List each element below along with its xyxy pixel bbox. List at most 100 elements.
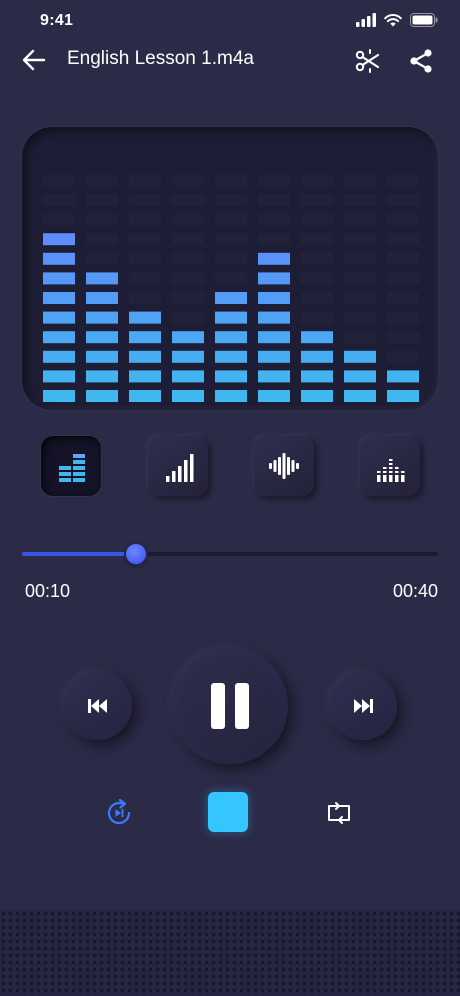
playback-progress-bar[interactable] xyxy=(22,544,438,564)
visualizer-segment-empty xyxy=(387,233,419,246)
visualizer-segment-empty xyxy=(43,174,75,187)
repeat-icon xyxy=(328,802,350,824)
stop-button[interactable] xyxy=(208,792,248,832)
visualizer-segment-lit xyxy=(86,331,118,344)
visualizer-segment-empty xyxy=(387,213,419,226)
visualizer-segment-lit xyxy=(301,370,333,383)
visualizer-segment-empty xyxy=(258,213,290,226)
visualizer-segment-empty xyxy=(301,252,333,265)
visualizer-segment-empty xyxy=(344,272,376,285)
visualizer-segment-lit xyxy=(86,292,118,304)
repeat-button[interactable] xyxy=(322,796,356,830)
visualizer-segment-lit xyxy=(129,311,161,324)
visualizer-segment-lit xyxy=(43,233,75,246)
visualizer-segment-lit xyxy=(258,370,290,383)
visualizer-segment-empty xyxy=(129,233,161,246)
visualizer-segment-empty xyxy=(344,174,376,187)
visualizer-segment-empty xyxy=(215,194,247,206)
visualizer-segment-empty xyxy=(344,311,376,324)
wifi-icon xyxy=(384,14,402,27)
visualizer-segment-empty xyxy=(258,194,290,206)
visualizer-segment-lit xyxy=(172,350,204,363)
visualizer-segment-empty xyxy=(86,233,118,246)
status-time: 9:41 xyxy=(40,12,74,29)
visualizer-segment-empty xyxy=(172,311,204,324)
visualizer-segment-empty xyxy=(301,194,333,206)
visualizer-segment-empty xyxy=(258,174,290,187)
current-time: 00:10 xyxy=(25,581,71,601)
visualizer-segment-empty xyxy=(215,233,247,246)
visualizer-segment-lit xyxy=(344,370,376,383)
visualizer-segment-empty xyxy=(215,174,247,187)
visualizer-segment-lit xyxy=(86,311,118,324)
visualizer-segment-empty xyxy=(387,311,419,324)
visualizer-segment-empty xyxy=(43,194,75,206)
replay-button[interactable] xyxy=(102,796,136,830)
visualizer-segment-lit xyxy=(301,331,333,344)
visualizer-segment-empty xyxy=(86,194,118,206)
pause-button[interactable] xyxy=(172,648,288,764)
visualizer-segment-lit xyxy=(172,390,204,402)
visualizer-segment-empty xyxy=(387,292,419,304)
visualizer-segment-lit xyxy=(258,311,290,324)
progress-fill xyxy=(22,552,126,556)
equalizer-bars-icon xyxy=(59,454,85,482)
visualizer-segment-empty xyxy=(301,311,333,324)
replay-icon xyxy=(107,798,131,825)
visualizer-segment-lit xyxy=(258,292,290,304)
visualizer-segment-empty xyxy=(344,213,376,226)
visualizer-segment-lit xyxy=(258,350,290,363)
mode-dots-button[interactable] xyxy=(360,436,420,496)
mode-bars-button[interactable] xyxy=(41,436,101,496)
mode-signal-button[interactable] xyxy=(148,436,208,496)
visualizer-segment-empty xyxy=(344,292,376,304)
header: English Lesson 1.m4a xyxy=(0,40,460,80)
visualizer-segment-empty xyxy=(129,174,161,187)
cut-button[interactable] xyxy=(352,46,382,76)
visualizer-segment-empty xyxy=(86,252,118,265)
skip-previous-icon xyxy=(88,699,107,713)
cellular-signal-icon xyxy=(356,13,376,27)
visualizer-segment-empty xyxy=(301,272,333,285)
visualizer-segment-empty xyxy=(172,194,204,206)
visualizer-segment-lit xyxy=(215,311,247,324)
visualizer-segment-lit xyxy=(344,350,376,363)
visualizer-segment-lit xyxy=(86,370,118,383)
visualizer-segment-lit xyxy=(43,390,75,402)
visualizer-segment-lit xyxy=(43,350,75,363)
pause-button-inner xyxy=(180,656,280,756)
next-button[interactable] xyxy=(329,672,397,740)
share-icon xyxy=(410,49,432,73)
visualizer-segment-empty xyxy=(215,252,247,265)
visualizer-segment-lit xyxy=(43,252,75,265)
battery-icon xyxy=(410,13,438,27)
visualizer-segment-empty xyxy=(344,194,376,206)
visualizer-segment-empty xyxy=(129,213,161,226)
visualizer-segment-empty xyxy=(86,174,118,187)
status-icons xyxy=(356,13,438,27)
visualizer-segment-empty xyxy=(172,292,204,304)
back-button[interactable] xyxy=(20,46,48,74)
visualizer-segment-empty xyxy=(387,350,419,363)
visualizer-segment-empty xyxy=(129,292,161,304)
visualizer-segment-lit xyxy=(387,370,419,383)
total-time: 00:40 xyxy=(392,581,438,601)
visualizer-segment-lit xyxy=(43,292,75,304)
visualizer-bars xyxy=(43,174,419,402)
speaker-grill xyxy=(0,910,460,996)
progress-thumb[interactable] xyxy=(126,544,146,564)
visualizer-segment-empty xyxy=(301,233,333,246)
previous-button[interactable] xyxy=(64,672,132,740)
visualizer-segment-empty xyxy=(301,292,333,304)
visualizer-segment-empty xyxy=(301,174,333,187)
mode-waveform-button[interactable] xyxy=(254,436,314,496)
visualizer-segment-empty xyxy=(301,213,333,226)
visualizer-segment-empty xyxy=(215,272,247,285)
visualizer-segment-empty xyxy=(172,233,204,246)
share-button[interactable] xyxy=(406,46,436,76)
visualizer-segment-empty xyxy=(172,272,204,285)
visualizer-segment-lit xyxy=(43,331,75,344)
visualizer-segment-lit xyxy=(215,370,247,383)
visualizer-segment-lit xyxy=(301,350,333,363)
visualizer-segment-empty xyxy=(344,252,376,265)
